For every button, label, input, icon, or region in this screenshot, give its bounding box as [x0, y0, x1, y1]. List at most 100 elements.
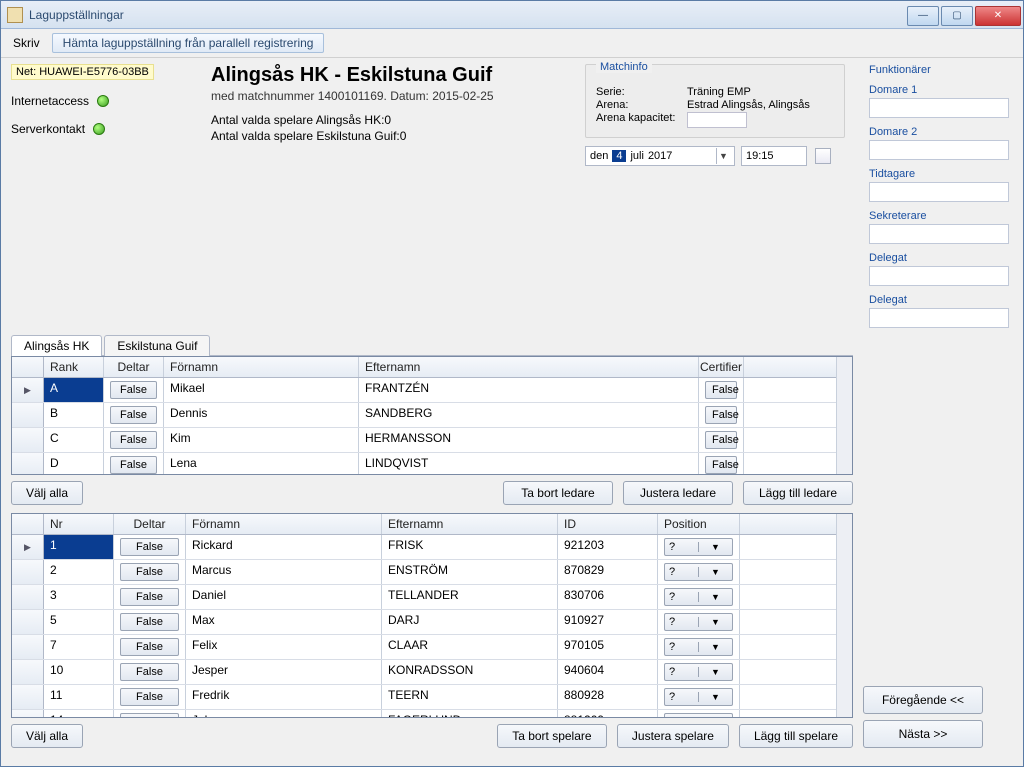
cell-fornamn[interactable]: Jesper — [186, 660, 382, 684]
table-row[interactable]: 10FalseJesperKONRADSSON940604?▼ — [12, 660, 836, 685]
cell-nr[interactable]: 10 — [44, 660, 114, 684]
cell-deltar[interactable]: False — [114, 610, 186, 634]
cell-deltar[interactable]: False — [104, 378, 164, 402]
cell-rank[interactable]: B — [44, 403, 104, 427]
cell-deltar[interactable]: False — [104, 428, 164, 452]
table-row[interactable]: 3FalseDanielTELLANDER830706 ?▼ — [12, 585, 836, 610]
cell-efternamn[interactable]: ENSTRÖM — [382, 560, 558, 584]
players-scrollbar[interactable] — [836, 514, 852, 717]
cell-nr[interactable]: 2 — [44, 560, 114, 584]
cell-fornamn[interactable]: Fredrik — [186, 685, 382, 709]
cell-id[interactable]: 940604 — [558, 660, 658, 684]
cell-id[interactable]: 881209 — [558, 710, 658, 717]
deltar-toggle[interactable]: False — [110, 431, 157, 449]
cell-efternamn[interactable]: TELLANDER — [382, 585, 558, 609]
certifier-toggle[interactable]: False — [705, 406, 737, 424]
cell-efternamn[interactable]: FRISK — [382, 535, 558, 559]
sekreterare-input[interactable] — [869, 224, 1009, 244]
deltar-toggle[interactable]: False — [120, 663, 179, 681]
cell-fornamn[interactable]: Kim — [164, 428, 359, 452]
table-row[interactable]: 11FalseFredrikTEERN880928?▼ — [12, 685, 836, 710]
position-dropdown[interactable]: ?▼ — [664, 713, 733, 717]
cell-fornamn[interactable]: Dennis — [164, 403, 359, 427]
close-button[interactable]: ✕ — [975, 6, 1021, 26]
cell-fornamn[interactable]: Lena — [164, 453, 359, 474]
col-position[interactable]: Position — [658, 514, 740, 534]
row-header[interactable] — [12, 560, 44, 584]
cell-position[interactable]: ?▼ — [658, 560, 740, 584]
deltar-toggle[interactable]: False — [110, 381, 157, 399]
row-header[interactable] — [12, 453, 44, 474]
cell-position[interactable]: ?▼ — [658, 710, 740, 717]
valj-alla-ledare-button[interactable]: Välj alla — [11, 481, 83, 505]
position-dropdown[interactable]: ?▼ — [664, 688, 733, 706]
certifier-toggle[interactable]: False — [705, 431, 737, 449]
cell-id[interactable]: 870829 — [558, 560, 658, 584]
cell-deltar[interactable]: False — [114, 710, 186, 717]
position-dropdown[interactable]: ?▼ — [664, 538, 733, 556]
cell-rank[interactable]: D — [44, 453, 104, 474]
cell-id[interactable]: 970105 — [558, 635, 658, 659]
cell-nr[interactable]: 7 — [44, 635, 114, 659]
cell-efternamn[interactable]: DARJ — [382, 610, 558, 634]
cell-deltar[interactable]: False — [114, 560, 186, 584]
table-row[interactable]: 7FalseFelixCLAAR970105?▼ — [12, 635, 836, 660]
tab-eskilstuna[interactable]: Eskilstuna Guif — [104, 335, 210, 356]
calendar-icon[interactable] — [815, 148, 831, 164]
cell-efternamn[interactable]: SANDBERG — [359, 403, 699, 427]
deltar-toggle[interactable]: False — [120, 638, 179, 656]
col-fornamn[interactable]: Förnamn — [164, 357, 359, 377]
nasta-button[interactable]: Nästa >> — [863, 720, 983, 748]
deltar-toggle[interactable]: False — [110, 456, 157, 474]
tidtagare-input[interactable] — [869, 182, 1009, 202]
cell-certifier[interactable]: False — [699, 378, 744, 402]
row-header[interactable] — [12, 535, 44, 559]
cell-efternamn[interactable]: TEERN — [382, 685, 558, 709]
table-row[interactable]: 14FalseJohanFAGERLUND881209?▼ — [12, 710, 836, 717]
domare1-input[interactable] — [869, 98, 1009, 118]
cell-fornamn[interactable]: Marcus — [186, 560, 382, 584]
certifier-toggle[interactable]: False — [705, 381, 737, 399]
delegat1-input[interactable] — [869, 266, 1009, 286]
cell-efternamn[interactable]: CLAAR — [382, 635, 558, 659]
position-dropdown[interactable]: ?▼ — [664, 588, 733, 606]
cell-fornamn[interactable]: Mikael — [164, 378, 359, 402]
cell-position[interactable]: ?▼ — [658, 585, 740, 609]
table-row[interactable]: DFalseLenaLINDQVISTFalse — [12, 453, 836, 474]
cell-position[interactable]: ?▼ — [658, 535, 740, 559]
menu-hamta-laguppstallning[interactable]: Hämta laguppställning från parallell reg… — [52, 33, 325, 53]
row-header[interactable] — [12, 403, 44, 427]
cell-nr[interactable]: 1 — [44, 535, 114, 559]
lagg-till-ledare-button[interactable]: Lägg till ledare — [743, 481, 853, 505]
cell-fornamn[interactable]: Max — [186, 610, 382, 634]
valj-alla-spelare-button[interactable]: Välj alla — [11, 724, 83, 748]
lagg-till-spelare-button[interactable]: Lägg till spelare — [739, 724, 853, 748]
row-header[interactable] — [12, 660, 44, 684]
table-row[interactable]: 1 False RickardFRISK921203 ?▼ — [12, 535, 836, 560]
deltar-toggle[interactable]: False — [110, 406, 157, 424]
cell-fornamn[interactable]: Daniel — [186, 585, 382, 609]
cell-efternamn[interactable]: LINDQVIST — [359, 453, 699, 474]
cell-nr[interactable]: 5 — [44, 610, 114, 634]
deltar-toggle[interactable]: False — [120, 538, 179, 556]
minimize-button[interactable]: — — [907, 6, 939, 26]
deltar-toggle[interactable]: False — [120, 563, 179, 581]
leaders-scrollbar[interactable] — [836, 357, 852, 474]
cell-id[interactable]: 921203 — [558, 535, 658, 559]
cell-rank[interactable]: A — [44, 378, 104, 402]
cell-deltar[interactable]: False — [114, 585, 186, 609]
justera-ledare-button[interactable]: Justera ledare — [623, 481, 733, 505]
ta-bort-spelare-button[interactable]: Ta bort spelare — [497, 724, 607, 748]
delegat2-input[interactable] — [869, 308, 1009, 328]
capacity-input[interactable] — [687, 112, 747, 128]
row-header[interactable] — [12, 378, 44, 402]
position-dropdown[interactable]: ?▼ — [664, 563, 733, 581]
table-row[interactable]: A False MikaelFRANTZÉN False — [12, 378, 836, 403]
cell-fornamn[interactable]: Rickard — [186, 535, 382, 559]
col-efternamn[interactable]: Efternamn — [382, 514, 558, 534]
cell-efternamn[interactable]: FRANTZÉN — [359, 378, 699, 402]
cell-id[interactable]: 830706 — [558, 585, 658, 609]
cell-nr[interactable]: 3 — [44, 585, 114, 609]
position-dropdown[interactable]: ?▼ — [664, 638, 733, 656]
cell-position[interactable]: ?▼ — [658, 610, 740, 634]
